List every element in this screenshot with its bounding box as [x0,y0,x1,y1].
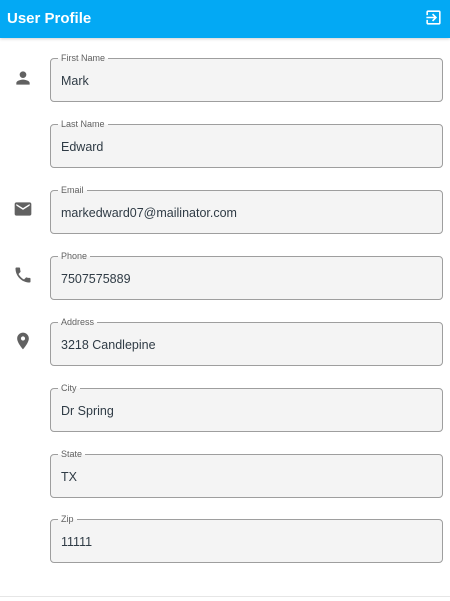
email-icon [13,199,33,219]
zip-field[interactable]: Zip [50,514,443,563]
first-name-input[interactable] [61,72,431,90]
city-input[interactable] [61,402,431,420]
zip-label: Zip [58,514,77,525]
page-title: User Profile [7,10,92,27]
phone-icon [13,265,33,285]
zip-input[interactable] [61,533,431,551]
location-pin-icon [13,331,33,351]
address-field[interactable]: Address [50,317,443,366]
profile-form: First Name Last Name Email Phone Address [0,38,450,601]
state-field[interactable]: State [50,449,443,498]
city-field[interactable]: City [50,383,443,432]
phone-input[interactable] [61,270,431,288]
first-name-field[interactable]: First Name [50,53,443,102]
phone-label: Phone [58,251,91,262]
address-input[interactable] [61,336,431,354]
phone-field[interactable]: Phone [50,251,443,300]
email-label: Email [58,185,87,196]
last-name-input[interactable] [61,138,431,156]
last-name-label: Last Name [58,119,108,130]
state-input[interactable] [61,468,431,486]
app-bar: User Profile [0,0,450,38]
person-icon [13,68,33,88]
last-name-field[interactable]: Last Name [50,119,443,168]
state-label: State [58,449,86,460]
logout-icon[interactable] [424,8,443,27]
email-input[interactable] [61,204,431,222]
city-label: City [58,383,80,394]
bottom-divider [0,596,450,597]
address-label: Address [58,317,98,328]
email-field[interactable]: Email [50,185,443,234]
first-name-label: First Name [58,53,109,64]
